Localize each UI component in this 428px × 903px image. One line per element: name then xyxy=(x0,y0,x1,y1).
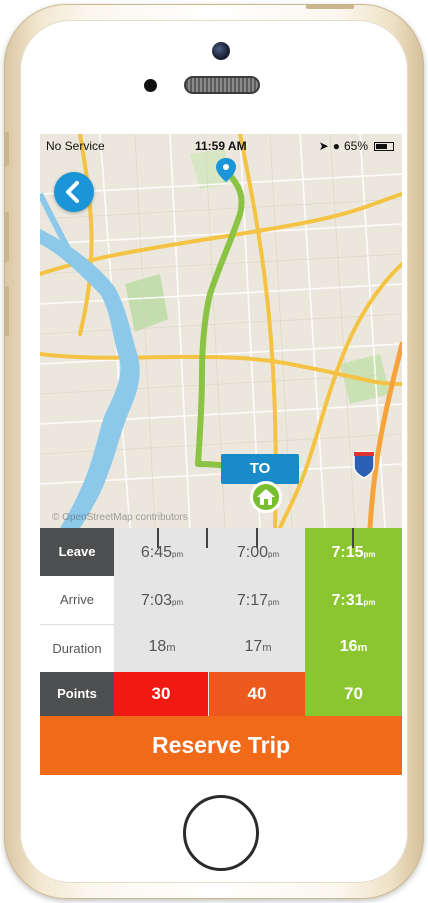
volume-down-button xyxy=(4,286,9,336)
carrier-status: No Service xyxy=(46,139,105,153)
home-button[interactable] xyxy=(183,795,259,871)
duration-unit: m xyxy=(262,642,272,654)
duration-value: 16 xyxy=(339,638,358,655)
back-button[interactable] xyxy=(54,172,94,212)
time-suffix: pm xyxy=(363,550,376,559)
destination-label: TO xyxy=(221,454,299,484)
alarm-icon: ● xyxy=(332,139,340,153)
option-2-points[interactable]: 40 xyxy=(209,672,305,716)
row-label-arrive: Arrive xyxy=(40,576,114,624)
time-suffix: pm xyxy=(268,598,280,607)
duration-value: 18 xyxy=(148,638,167,655)
option-2-leave[interactable]: 7:00pm xyxy=(210,544,306,562)
status-bar: No Service 11:59 AM ➤ ● 65% xyxy=(40,134,402,156)
proximity-sensor xyxy=(144,79,157,92)
phone-screen: No Service 11:59 AM ➤ ● 65% TO © OpenStr… xyxy=(40,134,402,775)
mute-switch xyxy=(4,132,9,166)
power-button xyxy=(306,4,354,9)
battery-icon xyxy=(374,141,394,151)
option-3-leave[interactable]: 7:15pm xyxy=(305,544,402,562)
trip-schedule-table: Leave Arrive Duration Points 6:45pm 7:03… xyxy=(40,528,402,716)
arrive-time: 7:03 xyxy=(140,592,172,609)
row-label-duration: Duration xyxy=(40,624,114,672)
option-3-points[interactable]: 70 xyxy=(305,672,402,716)
leave-time: 7:00 xyxy=(236,544,268,561)
time-suffix: pm xyxy=(172,550,184,559)
location-arrow-icon: ➤ xyxy=(318,139,329,153)
option-2-arrive: 7:17pm xyxy=(210,592,306,610)
status-right-group: ➤ ● 65% xyxy=(319,139,394,153)
reserve-trip-button[interactable]: Reserve Trip xyxy=(40,716,402,775)
volume-up-button xyxy=(4,212,9,262)
time-suffix: pm xyxy=(172,598,184,607)
chevron-left-icon xyxy=(66,181,79,203)
destination-marker[interactable] xyxy=(250,481,282,513)
option-3-duration: 16m xyxy=(305,638,402,656)
row-label-points: Points xyxy=(40,672,114,716)
option-1-arrive: 7:03pm xyxy=(114,592,210,610)
route-map[interactable]: No Service 11:59 AM ➤ ● 65% TO © OpenStr… xyxy=(40,134,402,528)
duration-value: 17 xyxy=(244,638,263,655)
front-camera xyxy=(212,42,230,60)
time-suffix: pm xyxy=(268,550,280,559)
arrive-time: 7:31 xyxy=(331,592,364,609)
battery-percent: 65% xyxy=(343,139,368,153)
leave-time: 7:15 xyxy=(331,544,364,561)
option-1-duration: 18m xyxy=(114,638,210,656)
row-label-leave: Leave xyxy=(40,528,114,576)
option-1-points[interactable]: 30 xyxy=(114,672,208,716)
home-icon xyxy=(257,489,275,505)
map-attribution: © OpenStreetMap contributors xyxy=(52,512,188,523)
duration-unit: m xyxy=(166,642,176,654)
option-1-leave[interactable]: 6:45pm xyxy=(114,544,210,562)
time-suffix: pm xyxy=(363,598,376,607)
arrive-time: 7:17 xyxy=(236,592,268,609)
leave-time: 6:45 xyxy=(140,544,172,561)
status-time: 11:59 AM xyxy=(195,139,247,153)
option-3-arrive: 7:31pm xyxy=(305,592,402,610)
earpiece-speaker xyxy=(184,76,260,94)
option-2-duration: 17m xyxy=(210,638,306,656)
duration-unit: m xyxy=(357,642,368,654)
